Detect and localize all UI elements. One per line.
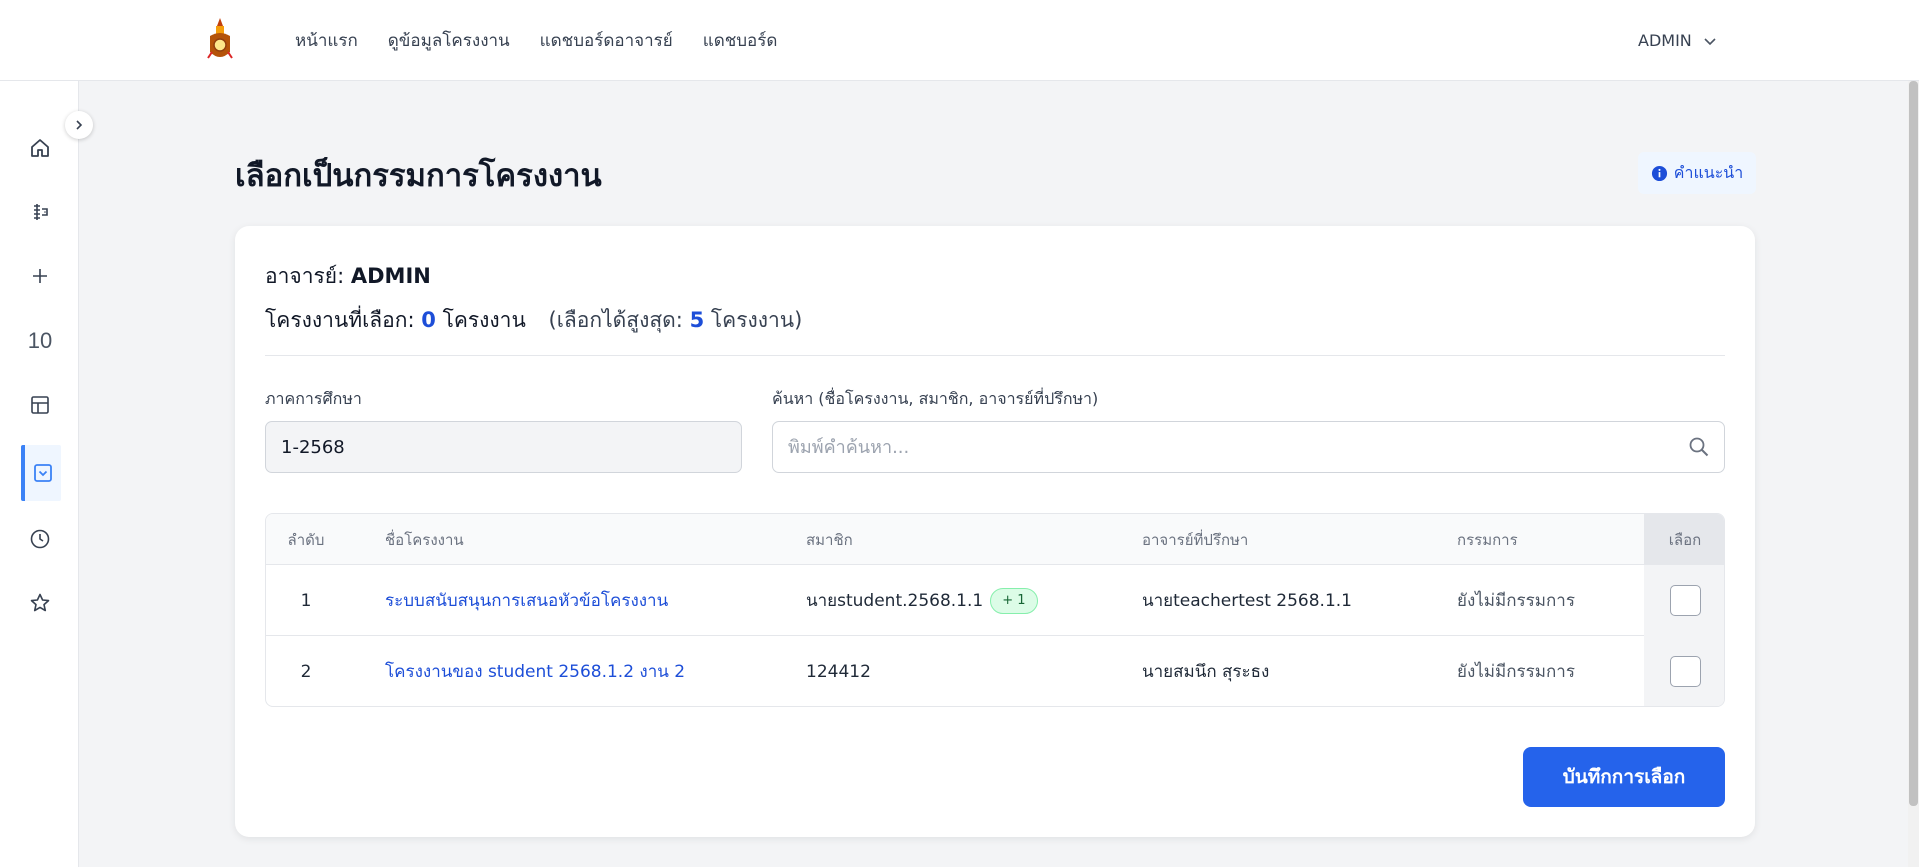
member-name: นายstudent.2568.1.1 (806, 591, 984, 611)
user-menu[interactable]: ADMIN (1638, 0, 1718, 81)
sidebar-item-add[interactable] (20, 248, 60, 304)
user-name: ADMIN (1638, 31, 1692, 50)
selection-count: โครงงานที่เลือก: 0 โครงงาน (เลือกได้สูงส… (265, 304, 802, 337)
top-navbar: หน้าแรก ดูข้อมูลโครงงาน แดชบอร์ดอาจารย์ … (0, 0, 1919, 81)
sidebar-item-number[interactable]: 10 (20, 313, 60, 369)
save-selection-button[interactable]: บันทึกการเลือก (1523, 747, 1725, 807)
page-title: เลือกเป็นกรรมการโครงงาน (235, 158, 602, 194)
nav-view-projects[interactable]: ดูข้อมูลโครงงาน (388, 27, 510, 54)
project-members: นายstudent.2568.1.1 + 1 (806, 565, 1038, 636)
project-name-link[interactable]: โครงงานของ student 2568.1.2 งาน 2 (385, 636, 685, 706)
selected-count: 0 (421, 308, 436, 332)
select-checkbox[interactable] (1669, 585, 1701, 616)
info-icon (1651, 165, 1667, 181)
search-icon[interactable] (1688, 436, 1710, 458)
table-row: 2 โครงงานของ student 2568.1.2 งาน 2 1244… (266, 636, 1724, 706)
max-count: 5 (689, 308, 705, 332)
teacher-label: อาจารย์: (265, 264, 345, 288)
row-index: 1 (300, 590, 312, 611)
help-button[interactable]: คำแนะนำ (1638, 152, 1756, 194)
row-index: 2 (300, 661, 312, 682)
select-box-icon (34, 464, 52, 482)
selection-card: อาจารย์: ADMIN โครงงานที่เลือก: 0 โครงงา… (235, 226, 1755, 837)
project-members: 124412 (806, 661, 871, 682)
sidebar-item-favorite[interactable] (20, 575, 60, 631)
extra-members-badge[interactable]: + 1 (990, 587, 1038, 614)
header-index: ลำดับ (287, 530, 325, 549)
search-input[interactable] (773, 422, 1673, 472)
project-advisor: นายสมนึก สุระธง (1142, 662, 1270, 682)
semester-field[interactable]: 1-2568 (265, 421, 742, 473)
chevron-down-icon (1704, 37, 1716, 45)
header-name: ชื่อโครงงาน (385, 530, 464, 549)
semester-label: ภาคการศึกษา (265, 389, 362, 408)
help-label: คำแนะนำ (1673, 162, 1744, 182)
sidebar-item-select-committee[interactable] (21, 445, 61, 501)
clock-icon (30, 529, 50, 549)
select-cell (1644, 565, 1724, 636)
chevron-right-icon (76, 120, 83, 130)
sidebar-item-home[interactable] (20, 120, 60, 176)
selected-unit: โครงงาน (442, 308, 526, 332)
table-icon (31, 396, 49, 414)
table-row: 1 ระบบสนับสนุนการเสนอหัวข้อโครงงาน นายst… (266, 565, 1724, 636)
nav-home[interactable]: หน้าแรก (295, 27, 358, 54)
project-name-link[interactable]: ระบบสนับสนุนการเสนอหัวข้อโครงงาน (385, 565, 668, 636)
number-icon: 10 (27, 328, 53, 353)
star-icon (30, 593, 50, 612)
committee-status: ยังไม่มีกรรมการ (1457, 591, 1575, 611)
sidebar-item-projects[interactable] (20, 184, 60, 240)
main-nav: หน้าแรก ดูข้อมูลโครงงาน แดชบอร์ดอาจารย์ … (295, 0, 777, 81)
divider (265, 355, 1725, 356)
project-advisor: นายteachertest 2568.1.1 (1142, 591, 1352, 611)
home-icon (31, 139, 49, 157)
sidebar-item-history[interactable] (20, 511, 60, 567)
header-members: สมาชิก (806, 530, 853, 549)
max-prefix: (เลือกได้สูงสุด: (548, 308, 683, 332)
header-select: เลือก (1644, 514, 1724, 565)
committee-status: ยังไม่มีกรรมการ (1457, 662, 1575, 682)
sidebar-toggle-button[interactable] (65, 111, 93, 139)
selected-label: โครงงานที่เลือก: (265, 308, 415, 332)
header-committee: กรรมการ (1457, 530, 1518, 549)
nav-dashboard[interactable]: แดชบอร์ด (703, 27, 778, 54)
nav-teacher-dashboard[interactable]: แดชบอร์ดอาจารย์ (540, 27, 673, 54)
scrollbar-thumb[interactable] (1909, 81, 1918, 806)
header-advisor: อาจารย์ที่ปรึกษา (1142, 530, 1249, 549)
university-logo[interactable] (206, 18, 234, 62)
projects-table: ลำดับ ชื่อโครงงาน สมาชิก อาจารย์ที่ปรึกษ… (265, 513, 1725, 707)
sidebar-item-table[interactable] (20, 377, 60, 433)
teacher-name: ADMIN (350, 264, 431, 288)
plus-icon (33, 269, 47, 283)
table-header: ลำดับ ชื่อโครงงาน สมาชิก อาจารย์ที่ปรึกษ… (266, 514, 1724, 565)
search-field (772, 421, 1725, 473)
select-checkbox[interactable] (1669, 656, 1701, 687)
sidebar: 10 (0, 81, 79, 867)
max-suffix: โครงงาน) (710, 308, 803, 332)
project-icon (34, 204, 48, 220)
select-cell (1644, 636, 1724, 706)
teacher-info: อาจารย์: ADMIN (265, 260, 431, 293)
search-label: ค้นหา (ชื่อโครงงาน, สมาชิก, อาจารย์ที่ปร… (772, 389, 1099, 408)
